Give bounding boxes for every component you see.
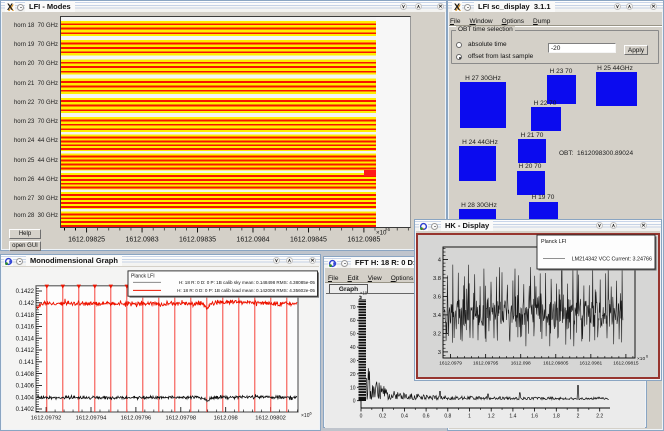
svg-text:1612.09802: 1612.09802 bbox=[255, 416, 286, 422]
svg-text:20: 20 bbox=[350, 372, 356, 378]
svg-text:30: 30 bbox=[350, 358, 356, 364]
svg-text:H: 18 R: 0 D: 0 P: 1B calib lo: H: 18 R: 0 D: 0 P: 1B calib load mean: 0… bbox=[177, 288, 315, 293]
svg-text:6: 6 bbox=[646, 355, 648, 359]
svg-text:0.8: 0.8 bbox=[444, 414, 451, 420]
svg-text:3: 3 bbox=[438, 350, 441, 356]
svg-text:2: 2 bbox=[577, 414, 580, 420]
svg-text:1.8: 1.8 bbox=[553, 414, 560, 420]
svg-text:0: 0 bbox=[353, 399, 356, 405]
svg-text:0.142: 0.142 bbox=[19, 301, 35, 307]
svg-text:0.1422: 0.1422 bbox=[16, 289, 35, 295]
svg-text:0.6: 0.6 bbox=[423, 414, 430, 420]
svg-text:1612.09792: 1612.09792 bbox=[31, 416, 62, 422]
svg-text:1.4: 1.4 bbox=[509, 414, 516, 420]
svg-text:1612.09805: 1612.09805 bbox=[543, 361, 569, 367]
svg-text:3.4: 3.4 bbox=[433, 313, 442, 319]
svg-text:0.1416: 0.1416 bbox=[16, 325, 35, 331]
svg-text:1612.09825: 1612.09825 bbox=[68, 237, 105, 244]
svg-text:1612.098: 1612.098 bbox=[214, 416, 238, 422]
svg-text:LM214342 VCC Current: 3.24766: LM214342 VCC Current: 3.24766 bbox=[572, 257, 652, 263]
svg-text:0.1412: 0.1412 bbox=[16, 348, 35, 354]
svg-text:2.2: 2.2 bbox=[596, 414, 603, 420]
svg-text:4: 4 bbox=[438, 258, 442, 264]
svg-text:40: 40 bbox=[350, 345, 356, 351]
svg-text:1612.098: 1612.098 bbox=[511, 361, 531, 367]
svg-text:0.1414: 0.1414 bbox=[16, 336, 35, 342]
svg-text:×10: ×10 bbox=[637, 356, 645, 362]
svg-text:Planck LFI: Planck LFI bbox=[131, 273, 155, 279]
svg-text:1612.09845: 1612.09845 bbox=[290, 237, 327, 244]
svg-text:0.2: 0.2 bbox=[379, 414, 386, 420]
svg-text:1.2: 1.2 bbox=[488, 414, 495, 420]
svg-text:0.1404: 0.1404 bbox=[16, 395, 35, 401]
svg-text:0.141: 0.141 bbox=[19, 360, 35, 366]
svg-text:1: 1 bbox=[468, 414, 471, 420]
svg-text:0: 0 bbox=[360, 414, 363, 420]
svg-text:3.6: 3.6 bbox=[433, 295, 441, 301]
svg-text:1612.0985: 1612.0985 bbox=[347, 237, 380, 244]
svg-text:1612.0981: 1612.0981 bbox=[579, 361, 602, 367]
svg-text:0.1402: 0.1402 bbox=[16, 407, 35, 413]
svg-text:6: 6 bbox=[310, 411, 313, 416]
svg-text:0.1408: 0.1408 bbox=[16, 372, 35, 378]
svg-text:1612.0984: 1612.0984 bbox=[236, 237, 269, 244]
svg-text:0.1418: 0.1418 bbox=[16, 313, 35, 319]
svg-text:1612.09835: 1612.09835 bbox=[179, 237, 216, 244]
svg-text:60: 60 bbox=[350, 318, 356, 324]
svg-text:0.1406: 0.1406 bbox=[16, 384, 35, 390]
svg-text:1612.09796: 1612.09796 bbox=[121, 416, 152, 422]
svg-text:1612.09798: 1612.09798 bbox=[165, 416, 196, 422]
svg-text:50: 50 bbox=[350, 332, 356, 338]
svg-text:1612.09795: 1612.09795 bbox=[473, 361, 499, 367]
svg-text:×10: ×10 bbox=[301, 413, 310, 419]
svg-text:1612.09815: 1612.09815 bbox=[613, 361, 639, 367]
svg-text:Planck LFI: Planck LFI bbox=[541, 239, 566, 245]
svg-text:1612.0983: 1612.0983 bbox=[126, 237, 159, 244]
svg-text:6: 6 bbox=[388, 227, 391, 232]
svg-text:0.4: 0.4 bbox=[401, 414, 408, 420]
svg-text:1612.0979: 1612.0979 bbox=[439, 361, 462, 367]
svg-text:3.2: 3.2 bbox=[433, 332, 441, 338]
svg-text:1.6: 1.6 bbox=[531, 414, 538, 420]
svg-text:10: 10 bbox=[350, 385, 356, 391]
svg-text:×10: ×10 bbox=[360, 291, 368, 296]
svg-text:3.8: 3.8 bbox=[433, 276, 441, 282]
svg-text:70: 70 bbox=[350, 305, 356, 311]
svg-text:1612.09794: 1612.09794 bbox=[76, 416, 107, 422]
svg-text:×10: ×10 bbox=[376, 230, 387, 237]
svg-text:H: 18 R: 0 D: 0 P: 1B calib sk: H: 18 R: 0 D: 0 P: 1B calib sky mean: 0.… bbox=[179, 280, 316, 285]
